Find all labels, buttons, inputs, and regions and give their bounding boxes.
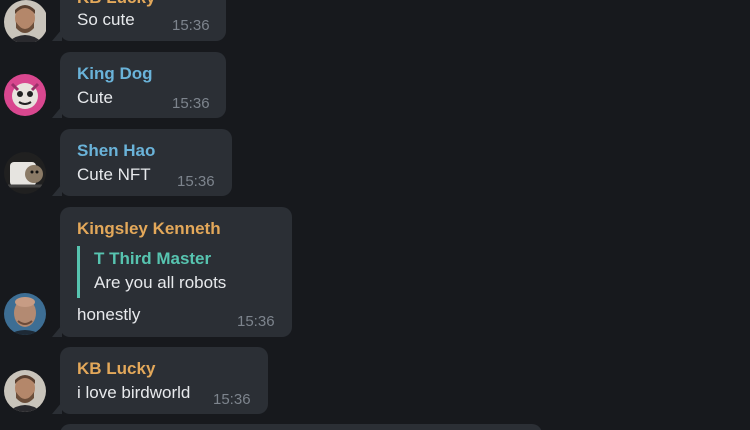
message-bubble[interactable]: Shen Hao Cute NFT 15:36 [52, 129, 232, 196]
user-avatar[interactable] [4, 152, 46, 194]
message-row: Shen Hao Cute NFT 15:36 [0, 129, 750, 197]
pink-cartoon-avatar-icon [4, 74, 46, 116]
message-bubble[interactable]: KB Lucky So cute 15:36 [52, 0, 226, 41]
man-beard-avatar-icon [4, 0, 46, 42]
message-time: 15:36 [237, 313, 275, 330]
message-row: KB Lucky So cute 15:36 [0, 0, 750, 42]
user-avatar[interactable] [4, 370, 46, 412]
message-time: 15:36 [172, 95, 210, 112]
message-text: So cute [77, 10, 135, 29]
message-text: i love birdworld [77, 383, 191, 402]
message-time: 15:36 [213, 391, 251, 408]
message-bubble[interactable]: King Dog Cute 15:36 [52, 52, 226, 118]
user-avatar[interactable] [4, 74, 46, 116]
message-row: King Dog Cute 15:36 [0, 52, 750, 120]
chat-message-list[interactable]: KB Lucky So cute 15:36 King Dog Cute 15:… [0, 0, 750, 430]
user-avatar[interactable] [4, 293, 46, 335]
message-text: Cute [77, 88, 113, 107]
reply-text: Are you all robots [94, 273, 227, 292]
user-avatar[interactable] [4, 0, 48, 44]
reply-sender-name: T Third Master [94, 249, 212, 268]
message-text: honestly [77, 305, 141, 324]
message-time: 15:36 [172, 17, 210, 34]
reply-quote[interactable]: T Third Master Are you all robots [77, 246, 226, 298]
sender-name[interactable]: Kingsley Kenneth [77, 219, 221, 239]
message-row: KB Lucky i love birdworld 15:36 [0, 347, 750, 415]
message-row: Kingsley Kenneth T Third Master Are you … [0, 207, 750, 339]
sender-name[interactable]: KB Lucky [77, 0, 155, 8]
sender-name[interactable]: KB Lucky [77, 359, 155, 379]
cat-photo-avatar-icon [4, 152, 46, 194]
message-bubble-partial[interactable] [60, 424, 542, 430]
sender-name[interactable]: Shen Hao [77, 141, 155, 161]
message-bubble[interactable]: Kingsley Kenneth T Third Master Are you … [52, 207, 292, 337]
sender-name[interactable]: King Dog [77, 64, 153, 84]
message-text: Cute NFT [77, 165, 151, 184]
man-bald-avatar-icon [4, 293, 46, 335]
message-time: 15:36 [177, 173, 215, 190]
man-beard-avatar-icon [4, 370, 46, 412]
message-bubble[interactable]: KB Lucky i love birdworld 15:36 [52, 347, 268, 414]
